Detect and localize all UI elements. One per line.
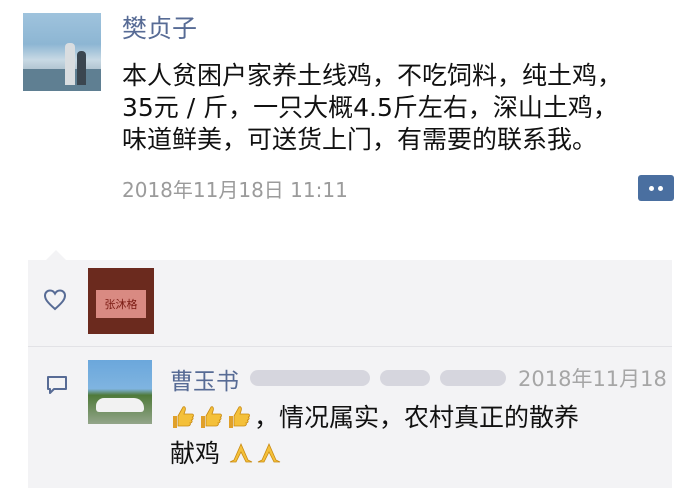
praying-hands-icon <box>257 443 281 463</box>
avatar-figure <box>65 43 75 85</box>
praying-hands-icon <box>229 443 253 463</box>
dot-icon <box>649 185 654 191</box>
interaction-panel: 张沐格 曹玉书 2018年11月18 ，情况属实，农村真正的散养 献鸡 <box>28 250 672 488</box>
post-content-line: 本人贫困户家养土线鸡，不吃饲料，纯土鸡， <box>122 61 623 90</box>
comment-timestamp: 2018年11月18 <box>518 367 667 391</box>
blurred-text <box>440 370 506 386</box>
blurred-text <box>250 370 370 386</box>
author-avatar[interactable] <box>23 13 101 91</box>
commenter-avatar[interactable] <box>88 360 152 424</box>
comment-text-line: 献鸡 <box>170 439 221 468</box>
thumbs-up-icon <box>201 406 222 428</box>
avatar-figure-2 <box>77 51 86 85</box>
avatar-card-text: 张沐格 <box>96 290 146 318</box>
liker-avatar[interactable]: 张沐格 <box>88 268 154 334</box>
avatar-sea <box>23 69 101 91</box>
author-name[interactable]: 樊贞子 <box>122 13 197 45</box>
thumbs-up-icon <box>229 406 250 428</box>
post-timestamp: 2018年11月18日 11:11 <box>122 178 348 202</box>
commenter-name[interactable]: 曹玉书 <box>170 362 239 396</box>
comment-icon <box>47 376 67 394</box>
post-content-line: 35元 / 斤，一只大概4.5斤左右，深山土鸡， <box>122 93 618 122</box>
post-content-line: 味道鲜美，可送货上门，有需要的联系我。 <box>122 125 598 154</box>
post-content: 本人贫困户家养土线鸡，不吃饲料，纯土鸡， 35元 / 斤，一只大概4.5斤左右，… <box>122 60 682 156</box>
dot-icon <box>658 185 663 191</box>
more-actions-button[interactable] <box>638 175 674 201</box>
divider <box>28 346 672 347</box>
comment-text: ，情况属实，农村真正的散养 献鸡 <box>170 400 670 472</box>
thumbs-up-icon <box>173 406 194 428</box>
blurred-text <box>380 370 430 386</box>
comment-text-line: ，情况属实，农村真正的散养 <box>254 403 580 432</box>
avatar-car <box>96 398 144 412</box>
moments-post: 樊贞子 本人贫困户家养土线鸡，不吃饲料，纯土鸡， 35元 / 斤，一只大概4.5… <box>0 0 700 250</box>
heart-icon <box>43 289 67 311</box>
